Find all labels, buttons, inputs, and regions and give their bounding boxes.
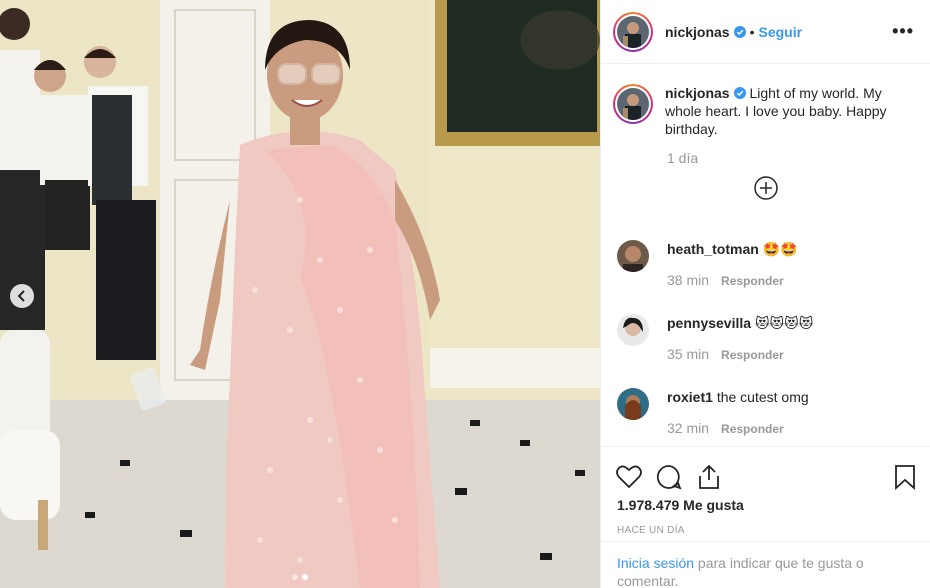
commenter-avatar-image — [617, 240, 649, 272]
separator-dot: • — [749, 23, 755, 40]
reply-button[interactable]: Responder — [721, 274, 784, 288]
post-date[interactable]: HACE UN DÍA — [601, 525, 930, 536]
comment-item: pennysevilla 😻😻😻😻 35 min Responder — [601, 314, 930, 362]
commenter-avatar-image — [617, 388, 649, 420]
commenter-username[interactable]: pennysevilla — [667, 315, 751, 331]
reply-button[interactable]: Responder — [721, 422, 784, 436]
more-options-icon[interactable]: ••• — [892, 21, 914, 42]
post-photo[interactable] — [0, 0, 600, 588]
commenter-avatar[interactable] — [617, 388, 649, 420]
likes-count[interactable]: 1.978.479 Me gusta — [601, 497, 930, 513]
caption-avatar[interactable] — [613, 84, 653, 124]
post-header: nickjonas • Seguir ••• — [601, 0, 930, 64]
commenter-avatar[interactable] — [617, 240, 649, 272]
comment-time[interactable]: 38 min — [667, 272, 709, 288]
photo-illustration — [0, 0, 600, 588]
comment-text: the cutest omg — [716, 389, 809, 405]
post-details-panel: nickjonas • Seguir ••• nickjonas Light o… — [600, 0, 930, 588]
comment-button[interactable] — [655, 463, 683, 491]
plus-circle-icon[interactable] — [753, 176, 778, 200]
save-button[interactable] — [891, 463, 919, 491]
login-link[interactable]: Inicia sesión — [617, 555, 694, 571]
author-avatar-image — [617, 15, 649, 48]
previous-slide-button[interactable] — [10, 284, 34, 308]
reply-button[interactable]: Responder — [721, 348, 784, 362]
share-upload-icon — [699, 464, 719, 489]
author-username[interactable]: nickjonas — [665, 24, 730, 40]
like-button[interactable] — [615, 463, 643, 491]
commenter-username[interactable]: heath_totman — [667, 241, 759, 257]
caption-avatar-image — [617, 88, 649, 120]
caption-username[interactable]: nickjonas — [665, 85, 730, 101]
comment-text: 🤩🤩 — [762, 241, 798, 257]
heart-icon — [616, 465, 642, 489]
verified-badge-icon — [733, 25, 746, 38]
speech-bubble-icon — [656, 465, 682, 490]
post-caption: nickjonas Light of my world. My whole he… — [601, 64, 930, 138]
comment-time[interactable]: 35 min — [667, 346, 709, 362]
follow-button[interactable]: Seguir — [759, 24, 803, 40]
comment-item: heath_totman 🤩🤩 38 min Responder — [601, 240, 930, 288]
commenter-avatar[interactable] — [617, 314, 649, 346]
comment-time[interactable]: 32 min — [667, 420, 709, 436]
verified-badge-icon — [733, 87, 746, 99]
comment-text: 😻😻😻😻 — [754, 315, 814, 331]
load-more-comments[interactable] — [601, 176, 930, 200]
carousel-dot-active — [302, 574, 308, 580]
instagram-post-view: nickjonas • Seguir ••• nickjonas Light o… — [0, 0, 930, 588]
commenter-avatar-image — [617, 314, 649, 346]
bookmark-icon — [895, 465, 915, 490]
action-icons-row — [601, 447, 930, 497]
comment-item: roxiet1 the cutest omg 32 min Responder — [601, 388, 930, 436]
commenter-username[interactable]: roxiet1 — [667, 389, 713, 405]
chevron-left-icon — [17, 290, 25, 302]
carousel-indicator — [0, 574, 600, 580]
caption-text-block: nickjonas Light of my world. My whole he… — [665, 84, 895, 138]
post-actions: 1.978.479 Me gusta HACE UN DÍA Inicia se… — [601, 446, 930, 588]
carousel-dot — [292, 574, 298, 580]
caption-timestamp[interactable]: 1 día — [601, 150, 930, 166]
login-prompt: Inicia sesión para indicar que te gusta … — [601, 541, 930, 588]
share-button[interactable] — [695, 463, 723, 491]
author-avatar[interactable] — [613, 11, 653, 52]
